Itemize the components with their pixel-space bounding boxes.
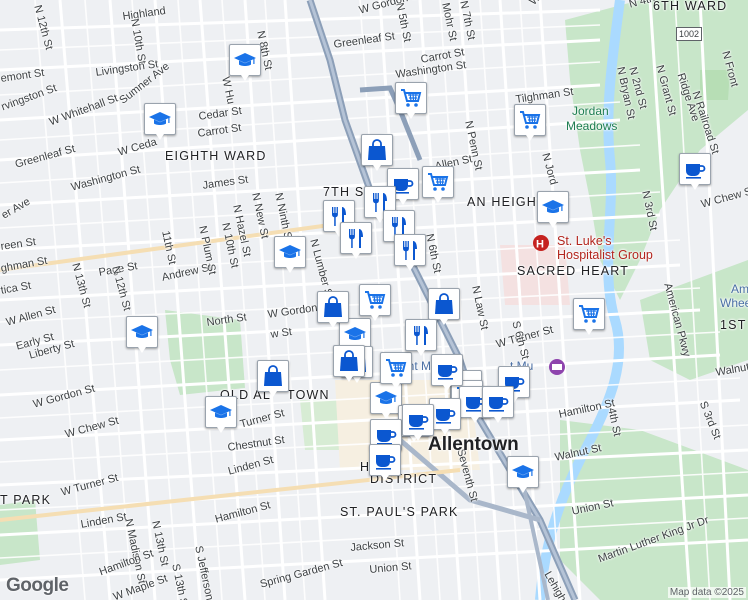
map-marker[interactable] (422, 166, 454, 203)
area-label: ST. PAUL'S PARK (340, 505, 459, 519)
map-marker[interactable] (395, 82, 427, 119)
google-logo: Google (6, 575, 69, 596)
area-label: EIGHTH WARD (165, 149, 267, 163)
map-marker[interactable] (428, 288, 460, 325)
area-label: 1ST (720, 318, 747, 332)
map-marker[interactable] (229, 44, 261, 81)
park-label: Meadows (566, 119, 618, 133)
map-marker[interactable] (514, 104, 546, 141)
map-marker[interactable] (205, 396, 237, 433)
map-marker[interactable] (359, 284, 391, 321)
map-marker[interactable] (482, 386, 514, 423)
poi-label: St. Luke's (557, 234, 612, 248)
map-marker[interactable] (361, 134, 393, 171)
map-canvas[interactable]: H Highland N 10th St Sumner Ave N 12th St em… (0, 0, 748, 600)
map-marker[interactable] (369, 444, 401, 481)
poi-label: Americ (731, 282, 748, 296)
poi-label: Wheels (720, 296, 748, 310)
map-marker[interactable] (333, 345, 365, 382)
map-marker[interactable] (274, 236, 306, 273)
map-marker[interactable] (340, 222, 372, 259)
area-label: TOWN (287, 388, 330, 402)
map-marker[interactable] (507, 456, 539, 493)
map-attribution: Map data ©2025 (667, 587, 746, 598)
area-label: T PARK (0, 493, 52, 507)
map-marker[interactable] (405, 319, 437, 356)
area-label: 6TH WARD (653, 0, 728, 13)
poi-label: Hospitalist Group (557, 248, 653, 262)
map-marker[interactable] (257, 360, 289, 397)
park-label: Jordan (572, 104, 609, 118)
map-marker[interactable] (126, 316, 158, 353)
area-label: 7TH S (323, 185, 365, 199)
svg-text:H: H (536, 239, 544, 251)
map-marker[interactable] (402, 404, 434, 441)
map-marker[interactable] (431, 354, 463, 391)
city-label: Allentown (428, 434, 519, 455)
map-marker[interactable] (144, 103, 176, 140)
area-label: SACRED HEART (517, 264, 630, 278)
map-marker[interactable] (317, 291, 349, 328)
route-shield: 1002 (676, 27, 703, 41)
map-marker[interactable] (537, 191, 569, 228)
area-label: AN HEIGHT (467, 195, 546, 209)
map-marker[interactable] (573, 298, 605, 335)
map-marker[interactable] (394, 234, 426, 271)
map-marker[interactable] (380, 352, 412, 389)
map-marker[interactable] (679, 153, 711, 190)
